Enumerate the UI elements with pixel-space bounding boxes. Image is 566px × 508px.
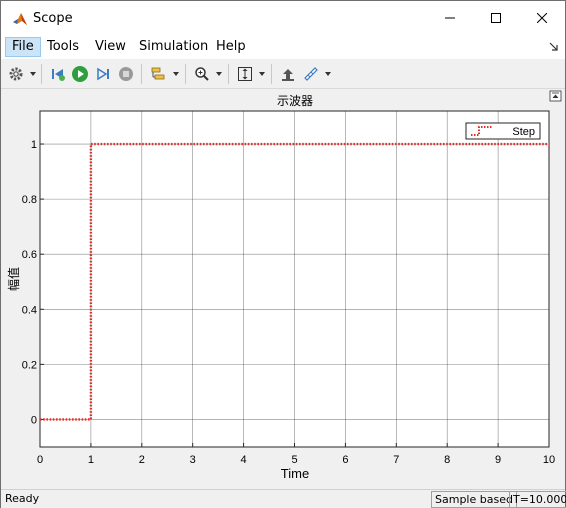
y-tick-label: 0.6: [22, 249, 37, 261]
panel-undock-button[interactable]: [549, 90, 562, 102]
minimize-button[interactable]: [427, 1, 473, 35]
toolbar-separator: [141, 64, 142, 84]
menu-bar: File Tools View Simulation Help: [1, 35, 565, 59]
style-dropdown-icon[interactable]: [173, 72, 179, 76]
maximize-button[interactable]: [473, 1, 519, 35]
x-tick-label: 1: [88, 454, 94, 466]
measure-icon: [304, 67, 318, 81]
window-title: Scope: [33, 11, 73, 26]
x-tick-label: 5: [291, 454, 297, 466]
toolbar-separator: [228, 64, 229, 84]
menu-view[interactable]: View: [89, 38, 132, 56]
autoscale-button[interactable]: [236, 65, 254, 83]
measure-button[interactable]: [302, 65, 320, 83]
y-tick-label: 0.8: [22, 194, 37, 206]
legend-step-label: Step: [512, 126, 535, 138]
settings-dropdown-icon[interactable]: [30, 72, 36, 76]
y-axis-label: 幅值: [6, 267, 21, 291]
scope-chart[interactable]: 0 1 2 3 4 5 6 7 8 9 10 00.20.40.60.81 示波器 Time 幅值 …: [1, 89, 565, 489]
status-time: T=10.000: [509, 491, 566, 508]
menu-simulation[interactable]: Simulation: [133, 38, 214, 56]
x-tick-label: 8: [444, 454, 450, 466]
matlab-logo-icon: [13, 13, 27, 25]
toolbar-separator: [41, 64, 42, 84]
run-button[interactable]: [71, 65, 89, 83]
y-tick-label: 1: [31, 139, 37, 151]
undock-arrow-icon[interactable]: [549, 42, 559, 52]
zoom-button[interactable]: [193, 65, 211, 83]
x-tick-label: 0: [37, 454, 43, 466]
toolbar-separator: [271, 64, 272, 84]
x-tick-label: 2: [139, 454, 145, 466]
autoscale-dropdown-icon[interactable]: [259, 72, 265, 76]
x-axis-label: Time: [281, 466, 309, 481]
x-tick-label: 9: [495, 454, 501, 466]
plot-area: 0 1 2 3 4 5 6 7 8 9 10 0 0.2 0.4 0.6 0.8 1 示波器 Time 幅值 …: [1, 89, 565, 489]
step-back-button[interactable]: [49, 65, 67, 83]
x-tick-labels: 0 1 2 3 4 5 6 7 8 9 10: [37, 454, 555, 466]
chart-title: 示波器: [277, 94, 313, 108]
stop-button[interactable]: [117, 65, 135, 83]
maximize-icon: [491, 13, 501, 23]
autoscale-icon: [238, 67, 252, 81]
settings-icon: [9, 67, 23, 81]
toolbar-separator: [185, 64, 186, 84]
x-tick-label: 6: [342, 454, 348, 466]
legend[interactable]: Step: [465, 122, 541, 140]
step-back-icon: [52, 69, 65, 81]
grid-lines: [39, 111, 550, 447]
zoom-icon: [195, 67, 209, 81]
x-tick-label: 7: [393, 454, 399, 466]
run-icon: [72, 66, 88, 82]
y-tick-labels: 0 0.2 0.4 0.6 0.8 1: [22, 139, 37, 426]
highlight-button[interactable]: [279, 65, 297, 83]
status-sample-mode: Sample based: [431, 491, 517, 508]
close-button[interactable]: [519, 1, 565, 35]
step-forward-icon: [97, 67, 109, 81]
x-tick-label: 3: [190, 454, 196, 466]
status-bar: Ready Sample based T=10.000: [1, 489, 566, 508]
style-button[interactable]: [149, 65, 167, 83]
highlight-icon: [282, 69, 294, 81]
x-tick-label: 10: [543, 454, 555, 466]
close-icon: [537, 13, 547, 23]
y-tick-label: 0.2: [22, 359, 37, 371]
y-tick-label: 0.4: [22, 304, 37, 316]
toolbar: [1, 60, 565, 89]
title-bar: Scope: [1, 1, 565, 35]
y-tick-label: 0: [31, 414, 37, 426]
minimize-icon: [445, 17, 455, 19]
menu-file[interactable]: File: [5, 37, 41, 57]
step-forward-button[interactable]: [94, 65, 112, 83]
measure-dropdown-icon[interactable]: [325, 72, 331, 76]
status-ready: Ready: [5, 492, 40, 505]
x-tick-label: 4: [241, 454, 247, 466]
zoom-dropdown-icon[interactable]: [216, 72, 222, 76]
style-icon: [151, 67, 165, 80]
scope-window: Scope File Tools View Simulation Help 0 …: [0, 0, 566, 508]
menu-tools[interactable]: Tools: [41, 38, 85, 56]
stop-icon: [119, 67, 133, 81]
menu-help[interactable]: Help: [210, 38, 252, 56]
settings-button[interactable]: [7, 65, 25, 83]
